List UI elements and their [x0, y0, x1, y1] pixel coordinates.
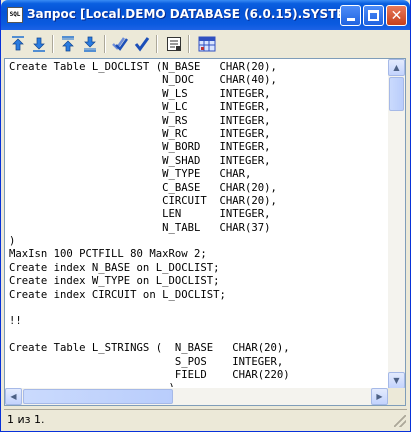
code-line: Create Table L_DOCLIST (N_BASE CHAR(20), [9, 61, 277, 73]
code-line: W_RC INTEGER, [9, 127, 271, 140]
title-bar[interactable]: SQL Запрос [Local.DEMO DATABASE (6.0.15)… [1, 0, 410, 30]
vertical-scrollbar[interactable]: ▲ ▼ [388, 59, 405, 389]
check-all-button[interactable] [110, 34, 130, 54]
scroll-right-button[interactable]: ▶ [371, 388, 388, 405]
database-grid-icon [198, 36, 216, 52]
minimize-button[interactable] [340, 5, 361, 26]
horizontal-scrollbar[interactable]: ◀ ▶ [5, 388, 388, 405]
minimize-icon [346, 18, 355, 21]
code-line: CIRCUIT CHAR(20), [9, 194, 277, 207]
toolbar-separator [156, 35, 158, 53]
sql-code-area[interactable]: Create Table L_DOCLIST (N_BASE CHAR(20),… [9, 61, 387, 387]
code-line: W_RS INTEGER, [9, 114, 271, 127]
document-list-icon [167, 37, 181, 51]
close-icon: ✕ [390, 7, 403, 24]
move-bottom-icon [84, 36, 96, 52]
document-list-button[interactable] [164, 34, 184, 54]
database-grid-button[interactable] [197, 34, 217, 54]
scroll-left-button[interactable]: ◀ [5, 388, 22, 405]
code-line: W_LC INTEGER, [9, 101, 271, 114]
code-line: MaxIsn 100 PCTFILL 80 MaxRow 2; [9, 248, 207, 261]
code-line: W_TYPE CHAR, [9, 168, 252, 181]
code-line: W_BORD INTEGER, [9, 141, 271, 154]
move-top-button[interactable] [58, 34, 78, 54]
maximize-icon [368, 10, 379, 21]
code-line: N_TABL CHAR(37) [9, 221, 271, 234]
sql-editor[interactable]: Create Table L_DOCLIST (N_BASE CHAR(20),… [4, 58, 406, 406]
status-bar: 1 из 1. [4, 409, 407, 428]
move-up-icon [12, 36, 24, 51]
toolbar-separator [52, 35, 54, 53]
scrollbar-corner [388, 388, 405, 405]
code-line: Create index W_TYPE on L_DOCLIST; [9, 275, 220, 288]
window-title: Запрос [Local.DEMO DATABASE (6.0.15).SYS… [27, 7, 359, 21]
toolbar-separator [188, 35, 190, 53]
maximize-button[interactable] [363, 5, 384, 26]
code-line: LEN INTEGER, [9, 208, 271, 221]
code-line: Create Table L_STRINGS ( N_BASE CHAR(20)… [9, 342, 290, 355]
scroll-up-button[interactable]: ▲ [388, 59, 405, 76]
code-line: W_SHAD INTEGER, [9, 154, 271, 167]
code-line: ) [9, 382, 387, 387]
code-line: Create index CIRCUIT on L_DOCLIST; [9, 288, 226, 301]
check-icon [134, 37, 150, 52]
code-line: C_BASE CHAR(20), [9, 181, 277, 194]
arrow-up-icon: ▲ [393, 63, 400, 72]
toolbar-separator [104, 35, 106, 53]
horizontal-scroll-thumb[interactable] [23, 389, 173, 404]
move-down-icon [33, 37, 45, 52]
check-button[interactable] [132, 34, 152, 54]
sql-app-icon[interactable]: SQL [7, 7, 23, 23]
arrow-down-icon: ▼ [393, 376, 400, 385]
move-up-button[interactable] [8, 34, 28, 54]
check-all-icon [112, 37, 129, 51]
status-text: 1 из 1. [7, 413, 45, 426]
arrow-right-icon: ▶ [376, 392, 383, 401]
vertical-scroll-thumb[interactable] [389, 77, 404, 111]
toolbar [4, 32, 407, 56]
move-bottom-button[interactable] [80, 34, 100, 54]
code-line: S_POS INTEGER, [9, 355, 284, 368]
scroll-down-button[interactable]: ▼ [388, 372, 405, 389]
close-button[interactable]: ✕ [386, 5, 407, 26]
code-line: !! [9, 315, 22, 328]
query-window: SQL Запрос [Local.DEMO DATABASE (6.0.15)… [0, 0, 411, 432]
code-line: W_LS INTEGER, [9, 87, 271, 100]
code-line: Create index N_BASE on L_DOCLIST; [9, 261, 220, 274]
code-line: FIELD CHAR(220) [9, 368, 290, 381]
move-down-button[interactable] [29, 34, 49, 54]
resize-grip-icon[interactable] [394, 415, 406, 427]
move-top-icon [62, 36, 74, 52]
code-line: N_DOC CHAR(40), [9, 74, 277, 87]
code-line: ) [9, 235, 16, 248]
arrow-left-icon: ◀ [10, 392, 17, 401]
